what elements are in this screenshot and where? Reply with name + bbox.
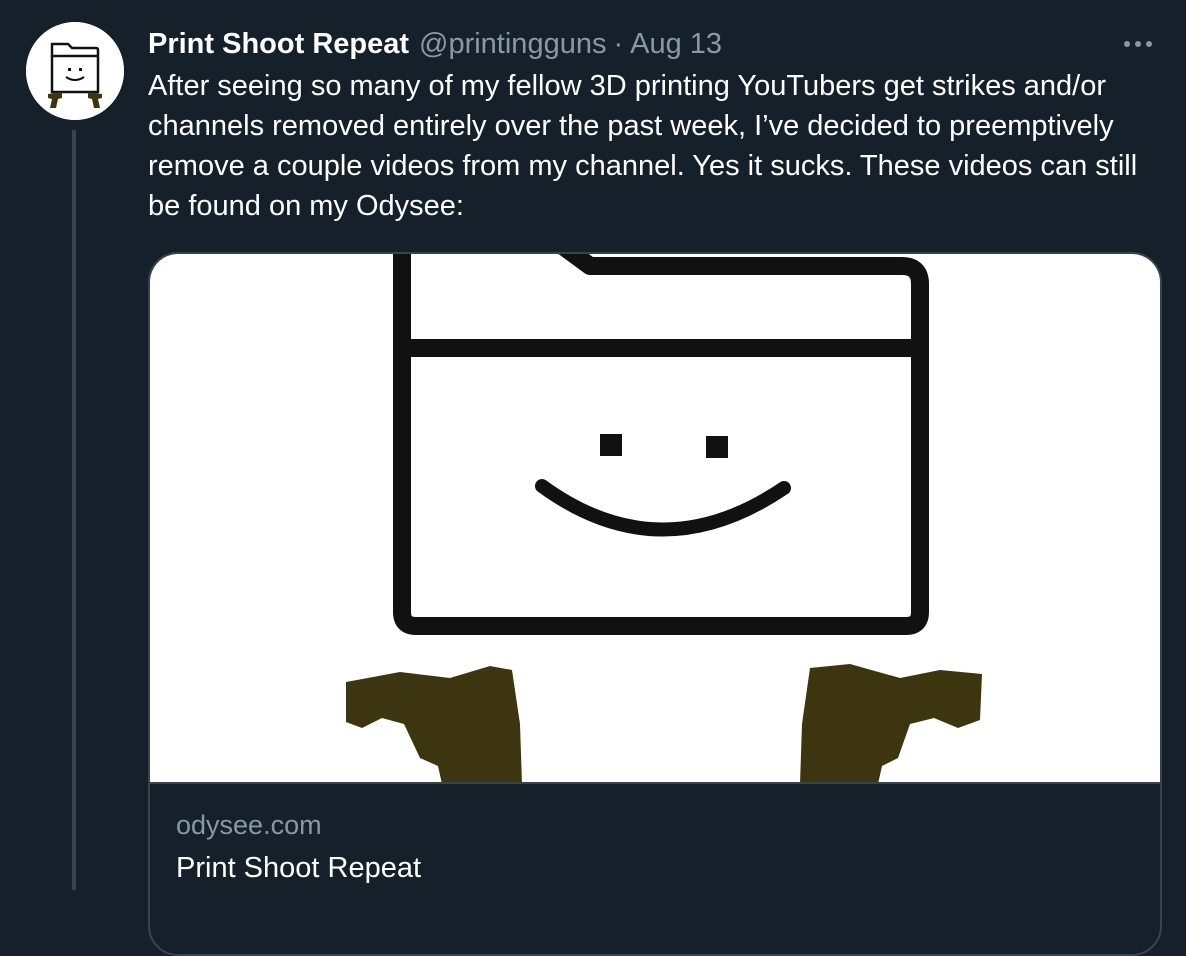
tweet-date[interactable]: Aug 13 (630, 28, 722, 61)
card-title: Print Shoot Repeat (176, 852, 422, 884)
user-handle[interactable]: @printingguns (419, 28, 606, 61)
more-horizontal-icon (1146, 41, 1152, 47)
tweet-text: After seeing so many of my fellow 3D pri… (148, 70, 1138, 222)
separator-dot: · (613, 27, 624, 60)
more-horizontal-icon (1135, 41, 1141, 47)
folder-mascot-icon (26, 22, 124, 120)
display-name[interactable]: Print Shoot Repeat (148, 28, 409, 61)
card-domain: odysee.com (176, 810, 322, 840)
more-horizontal-icon (1124, 41, 1130, 47)
thread-line (72, 130, 76, 890)
link-card[interactable]: odysee.com Print Shoot Repeat (148, 252, 1162, 956)
avatar[interactable] (26, 22, 124, 120)
tweet-header: Print Shoot Repeat @printingguns · Aug 1… (148, 24, 722, 64)
folder-mascot-image (346, 254, 982, 782)
card-image (150, 254, 1160, 784)
more-options-button[interactable] (1116, 26, 1160, 62)
